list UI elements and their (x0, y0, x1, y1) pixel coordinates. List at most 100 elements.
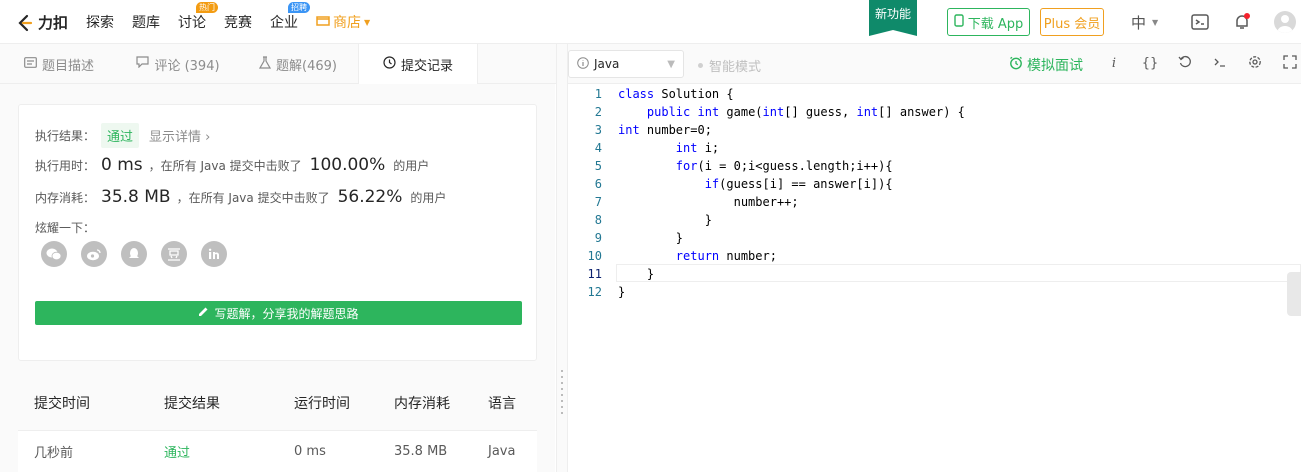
code-editor[interactable]: 1 class Solution {2 public int game(int[]… (568, 84, 1301, 472)
notification-bell-icon[interactable] (1232, 12, 1252, 32)
settings-gear-icon[interactable] (1246, 55, 1264, 73)
tab-solutions[interactable]: 题解(469) (238, 44, 358, 84)
drag-handle-icon[interactable] (561, 370, 563, 418)
leetcode-logo-icon (16, 14, 34, 32)
store-icon (316, 14, 330, 30)
tab-submissions[interactable]: 提交记录 (358, 44, 478, 84)
language-select-value: Java (594, 57, 620, 71)
code-line[interactable]: 1 class Solution { (568, 85, 1301, 103)
code-line[interactable]: 2 public int game(int[] guess, int[] ans… (568, 103, 1301, 121)
cell-submit-time: 几秒前 (34, 446, 74, 461)
language-label: 中 (1131, 14, 1147, 32)
mock-interview-label: 模拟面试 (1027, 58, 1083, 74)
nav-discuss[interactable]: 讨论 热门 (178, 2, 218, 32)
tab-comments-label: 评论 (394) (154, 58, 220, 74)
playground-icon[interactable] (1190, 12, 1210, 32)
caret-down-icon: ▼ (364, 17, 371, 27)
side-feedback-tab[interactable] (1287, 272, 1301, 316)
code-line[interactable]: 7 number++; (568, 193, 1301, 211)
tab-description[interactable]: 题目描述 (0, 44, 118, 84)
code-text: int i; (675, 141, 720, 155)
braces-icon[interactable]: {} (1141, 55, 1159, 73)
plus-member-button[interactable]: Plus 会员 (1040, 8, 1104, 36)
line-number: 3 (594, 123, 602, 137)
show-details-link[interactable]: 显示详情 › (149, 126, 210, 145)
language-select[interactable]: Java ▼ (568, 50, 684, 78)
weibo-icon[interactable] (81, 241, 107, 267)
wechat-icon[interactable] (41, 241, 67, 267)
nav-store[interactable]: 商店 ▼ (316, 12, 370, 32)
language-switch[interactable]: 中 ▼ (1131, 12, 1158, 33)
memory-percent: 56.22% (337, 187, 403, 207)
download-app-button[interactable]: 下载 App (947, 8, 1030, 36)
logo[interactable]: 力扣 (16, 12, 68, 33)
mock-interview-button[interactable]: 模拟面试 (1009, 55, 1083, 75)
code-text: } (618, 267, 655, 281)
result-card: 执行结果： 通过 显示详情 › 执行用时： 0 ms ，在所有 Java 提交中… (18, 104, 537, 361)
code-text: } (618, 285, 626, 299)
reset-icon[interactable] (1176, 55, 1194, 73)
info-italic-icon[interactable]: i (1105, 55, 1123, 73)
code-line[interactable]: 12} (568, 283, 1301, 301)
col-submit-result: 提交结果 (164, 396, 220, 412)
line-number: 11 (587, 267, 602, 281)
nav-explore[interactable]: 探索 (86, 12, 114, 32)
code-text: return number; (675, 249, 777, 263)
smart-mode-toggle[interactable]: 智能模式 (698, 56, 761, 75)
line-number: 7 (594, 195, 602, 209)
status-badge: 通过 (101, 123, 140, 148)
split-divider[interactable] (556, 44, 568, 472)
runtime-tail: 的用户 (393, 159, 430, 173)
col-language: 语言 (488, 396, 516, 412)
code-line[interactable]: 8 } (568, 211, 1301, 229)
fullscreen-icon[interactable] (1281, 55, 1299, 73)
status-label: 执行结果： (35, 129, 96, 143)
douban-icon[interactable] (161, 241, 187, 267)
write-solution-button[interactable]: 写题解，分享我的解题思路 (35, 301, 522, 325)
logo-text: 力扣 (38, 14, 69, 32)
line-number: 5 (594, 159, 602, 173)
col-submit-time: 提交时间 (34, 396, 90, 412)
code-line[interactable]: 5 for(i = 0;i<guess.length;i++){ (568, 157, 1301, 175)
tab-description-label: 题目描述 (41, 58, 94, 74)
qq-icon[interactable] (121, 241, 147, 267)
clock-icon (383, 55, 396, 73)
cell-submit-result[interactable]: 通过 (148, 442, 278, 461)
code-text: class Solution { (618, 87, 734, 101)
code-line[interactable]: 6 if(guess[i] == answer[i]){ (568, 175, 1301, 193)
avatar[interactable] (1274, 11, 1296, 33)
nav-contest[interactable]: 竞赛 (224, 12, 252, 32)
comment-icon (136, 56, 150, 72)
nav-problems[interactable]: 题库 (132, 12, 160, 32)
caret-down-icon: ▼ (1152, 18, 1159, 27)
new-feature-ribbon[interactable]: 新功能 (869, 0, 917, 36)
store-label: 商店 (333, 15, 361, 31)
console-icon[interactable] (1211, 55, 1229, 73)
code-line[interactable]: 3 int number=0; (568, 121, 1301, 139)
code-line[interactable]: 10 return number; (568, 247, 1301, 265)
memory-label: 内存消耗： (35, 191, 96, 205)
tab-comments[interactable]: 评论 (394) (118, 44, 238, 84)
col-runtime: 运行时间 (294, 396, 350, 412)
line-number: 12 (587, 285, 602, 299)
code-text: for(i = 0;i<guess.length;i++){ (675, 159, 893, 173)
code-text: public int game(int[] guess, int[] answe… (646, 105, 965, 119)
code-line[interactable]: 11 } (568, 265, 1301, 283)
write-solution-label: 写题解，分享我的解题思路 (214, 306, 359, 321)
top-navbar: 力扣 探索 题库 讨论 热门 竞赛 企业 招聘 商店 ▼ 新功能 下载 App Pl… (0, 0, 1301, 44)
runtime-label: 执行用时： (35, 159, 96, 173)
nav-company[interactable]: 企业 招聘 (270, 2, 310, 32)
linkedin-icon[interactable] (201, 241, 227, 267)
runtime-percent: 100.00% (309, 155, 386, 175)
code-line[interactable]: 4 int i; (568, 139, 1301, 157)
submissions-table: 提交时间 提交结果 运行时间 内存消耗 语言 几秒前 通过 0 ms 35.8 … (18, 376, 537, 472)
table-row[interactable]: 几秒前 通过 0 ms 35.8 MB Java (18, 430, 537, 472)
code-line[interactable]: 9 } (568, 229, 1301, 247)
line-number: 9 (594, 231, 602, 245)
editor-toolbar: Java ▼ 智能模式 模拟面试 i {} (568, 44, 1301, 84)
dot-icon (698, 63, 703, 68)
info-icon (577, 56, 589, 72)
memory-desc: ，在所有 Java 提交中击败了 (176, 191, 330, 205)
tab-solutions-label: 题解(469) (276, 58, 337, 74)
code-text: int number=0; (618, 123, 712, 137)
